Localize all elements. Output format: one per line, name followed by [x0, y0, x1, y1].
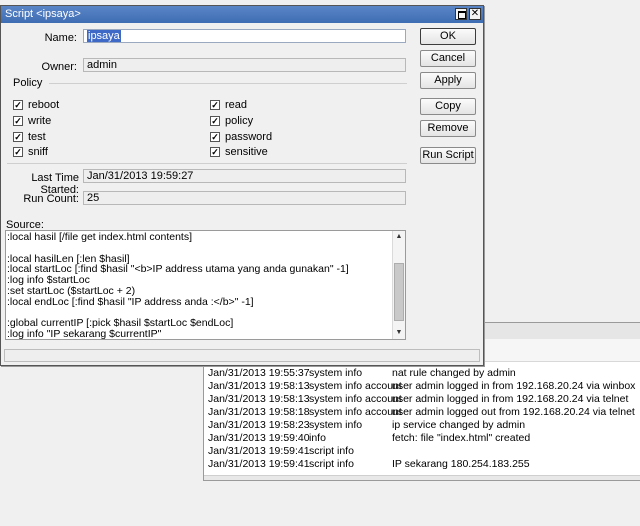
log-row[interactable]: Jan/31/2013 19:58:13 system info account u… — [208, 393, 640, 406]
run-script-button[interactable]: Run Script — [420, 147, 476, 164]
log-topic: system info account — [309, 380, 402, 392]
log-time: Jan/31/2013 19:59:41 — [208, 445, 310, 457]
policy-test-label: test — [28, 131, 46, 143]
source-line: :global currentIP [:pick $hasil $startLo… — [7, 318, 234, 330]
scroll-up-arrow-icon[interactable]: ▲ — [393, 231, 405, 243]
policy-test-checkbox[interactable]: ✓ — [13, 132, 23, 142]
log-time: Jan/31/2013 19:58:13 — [208, 380, 310, 392]
log-message: ip service changed by admin — [392, 419, 526, 431]
log-message: nat rule changed by admin — [392, 367, 516, 379]
script-dialog: Script <ipsaya> ✕ Name: ipsaya Owner: ad… — [0, 5, 484, 366]
log-row[interactable]: Jan/31/2013 19:58:18 system info account u… — [208, 406, 640, 419]
log-message: user admin logged out from 192.168.20.24… — [392, 406, 635, 418]
window-title: Script <ipsaya> — [5, 8, 81, 20]
source-line — [6, 243, 392, 254]
source-line: :local endLoc [:find $hasil "IP address … — [7, 296, 254, 308]
policy-sniff-checkbox[interactable]: ✓ — [13, 147, 23, 157]
policy-write-label: write — [28, 115, 52, 127]
status-bar — [4, 349, 480, 362]
log-message: IP sekarang 180.254.183.255 — [392, 458, 530, 470]
policy-label: Policy — [13, 77, 43, 89]
log-row[interactable]: Jan/31/2013 19:59:40 info fetch: file "ind… — [208, 432, 640, 445]
policy-read-checkbox[interactable]: ✓ — [210, 100, 220, 110]
source-editor[interactable]: :local hasil [/file get index.html conte… — [5, 230, 406, 340]
log-time: Jan/31/2013 19:55:37 — [208, 367, 310, 379]
log-row[interactable]: Jan/31/2013 19:55:37 system info nat rule … — [208, 367, 640, 380]
last-time-started-field: Jan/31/2013 19:59:27 — [83, 169, 406, 183]
log-message: fetch: file "index.html" created — [392, 432, 531, 444]
apply-button[interactable]: Apply — [420, 72, 476, 89]
log-topic: system info account — [309, 393, 402, 405]
source-line: :local hasilLen [:len $hasil] — [7, 253, 130, 265]
policy-password-checkbox[interactable]: ✓ — [210, 132, 220, 142]
scroll-thumb[interactable] — [394, 263, 404, 321]
policy-reboot-checkbox[interactable]: ✓ — [13, 100, 23, 110]
log-topic: info — [309, 432, 326, 444]
policy-divider — [49, 83, 407, 84]
cancel-button[interactable]: Cancel — [420, 50, 476, 67]
source-code[interactable]: :local hasil [/file get index.html conte… — [6, 232, 392, 340]
source-line: :local hasil [/file get index.html conte… — [7, 232, 193, 243]
run-count-label: Run Count: — [23, 193, 79, 205]
policy-sniff-label: sniff — [28, 146, 48, 158]
log-row[interactable]: Jan/31/2013 19:58:13 system info account u… — [208, 380, 640, 393]
source-line: :log info $startLoc — [7, 275, 90, 286]
policy-policy-label: policy — [225, 115, 254, 127]
owner-label: Owner: — [41, 61, 77, 73]
name-field[interactable]: ipsaya — [83, 29, 406, 43]
source-scrollbar[interactable]: ▲ ▼ — [392, 231, 405, 339]
policy-write-checkbox[interactable]: ✓ — [13, 116, 23, 126]
log-time: Jan/31/2013 19:58:18 — [208, 406, 310, 418]
log-topic: system info — [309, 419, 363, 431]
policy-sensitive-checkbox[interactable]: ✓ — [210, 147, 220, 157]
close-icon: ✕ — [470, 8, 480, 19]
log-window-bottom-edge — [204, 475, 640, 480]
log-topic: system info — [309, 367, 363, 379]
remove-button[interactable]: Remove — [420, 120, 476, 137]
source-line: :log info "IP sekarang $currentIP" — [7, 329, 162, 340]
title-bar[interactable]: Script <ipsaya> ✕ — [1, 6, 483, 23]
log-time: Jan/31/2013 19:59:41 — [208, 458, 310, 470]
source-line: :local startLoc [:find $hasil "<b>IP add… — [7, 264, 349, 276]
log-topic: script info — [309, 458, 354, 470]
name-value: ipsaya — [87, 30, 121, 42]
log-message: user admin logged in from 192.168.20.24 … — [392, 393, 629, 405]
run-count-field: 25 — [83, 191, 406, 205]
scroll-down-arrow-icon[interactable]: ▼ — [393, 327, 405, 339]
close-button[interactable]: ✕ — [469, 8, 481, 20]
maximize-button[interactable] — [455, 8, 467, 20]
policy-reboot-label: reboot — [28, 99, 60, 111]
log-time: Jan/31/2013 19:58:13 — [208, 393, 310, 405]
policy-sensitive-label: sensitive — [225, 146, 268, 158]
source-line: :set startLoc ($startLoc + 2) — [7, 285, 136, 297]
owner-field: admin — [83, 58, 406, 72]
name-label: Name: — [44, 32, 77, 44]
log-topic: script info — [309, 445, 354, 457]
log-row[interactable]: Jan/31/2013 19:58:23 system info ip servic… — [208, 419, 640, 432]
log-message: user admin logged in from 192.168.20.24 … — [392, 380, 636, 392]
ok-button[interactable]: OK — [420, 28, 476, 45]
log-time: Jan/31/2013 19:58:23 — [208, 419, 310, 431]
policy-policy-checkbox[interactable]: ✓ — [210, 116, 220, 126]
policy-read-label: read — [225, 99, 248, 111]
log-row[interactable]: Jan/31/2013 19:59:41 script info IP sekara… — [208, 458, 640, 471]
policy-bottom-divider — [7, 163, 407, 164]
source-line — [6, 308, 392, 319]
log-table: Jan/31/2013 19:55:37 system info nat rule … — [208, 367, 640, 471]
log-time: Jan/31/2013 19:59:40 — [208, 432, 310, 444]
log-topic: system info account — [309, 406, 402, 418]
log-row[interactable]: Jan/31/2013 19:59:41 script info — [208, 445, 640, 458]
maximize-icon — [458, 11, 466, 19]
copy-button[interactable]: Copy — [420, 98, 476, 115]
policy-password-label: password — [225, 131, 273, 143]
